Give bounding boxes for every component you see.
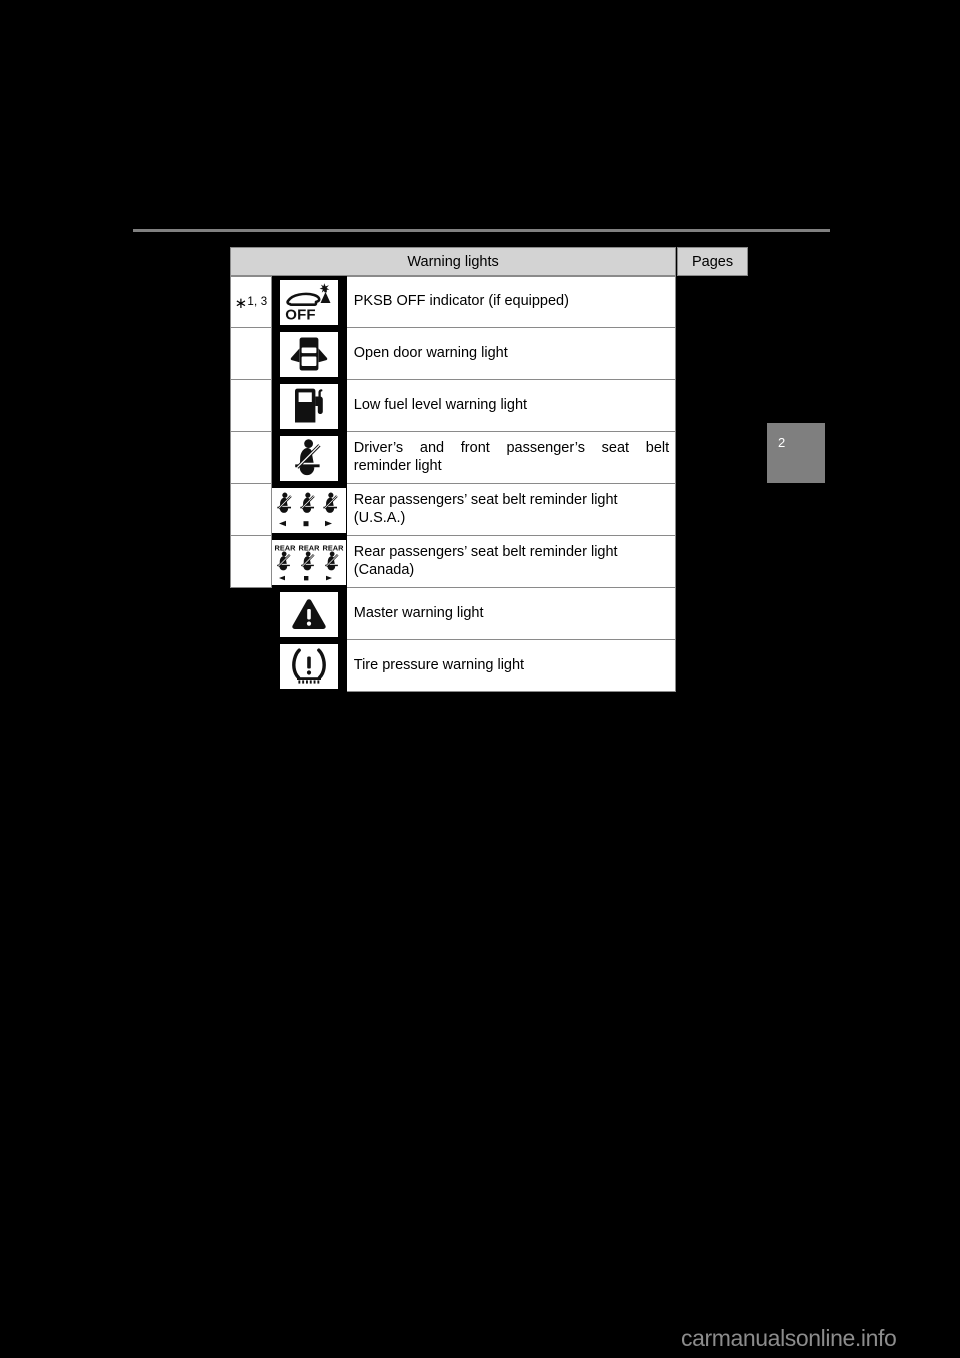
warning-lights-table: Warning lights Pages ∗ 1, 3 OFF PKSB OFF… [230, 247, 748, 692]
note-cell [230, 536, 272, 588]
pksb-off-indicator-icon: OFF [280, 279, 339, 325]
table-header-row: Warning lights Pages [230, 247, 748, 276]
rear-label-3: REAR [323, 544, 345, 553]
note-cell: ∗ 1, 3 [230, 276, 272, 328]
chapter-number: 2 [778, 435, 786, 450]
row-label: Low fuel level warning light [353, 396, 528, 413]
rear-label-2: REAR [299, 544, 321, 553]
row-label: Rear passengers’ seat belt reminder ligh… [354, 544, 618, 579]
icon-cell: OFF [271, 276, 347, 328]
rear-seat-belt-reminder-canada-icon: REAR REAR REAR [272, 539, 347, 585]
pages-cell [677, 588, 748, 640]
label-cell: Rear passengers’ seat belt reminder ligh… [346, 484, 677, 536]
table-row: Driver’s and front passenger’s seat belt… [230, 432, 748, 484]
label-cell: Master warning light [346, 588, 677, 640]
row-label: Driver’s and front passenger’s seat belt… [354, 440, 669, 475]
row-label-line-1: Rear passengers’ seat belt reminder ligh… [353, 543, 618, 560]
front-seat-belt-reminder-icon [280, 435, 339, 481]
row-label: Tire pressure warning light [353, 656, 525, 673]
pages-cell [677, 328, 748, 380]
icon-cell: REAR REAR REAR [271, 536, 347, 588]
note-cell [230, 640, 272, 692]
icon-cell [271, 380, 347, 432]
note-cell [230, 380, 272, 432]
row-label: PKSB OFF indicator (if equipped) [353, 293, 569, 310]
row-label: Master warning light [353, 604, 484, 621]
icon-cell [271, 640, 347, 692]
label-cell: PKSB OFF indicator (if equipped) [346, 276, 677, 328]
row-label-line-2: (U.S.A.) [353, 509, 406, 526]
label-cell: Low fuel level warning light [346, 380, 677, 432]
pages-cell [677, 484, 748, 536]
row-label-line-1: Rear passengers’ seat belt reminder ligh… [353, 491, 618, 508]
note-cell [230, 328, 272, 380]
icon-cell [271, 432, 347, 484]
note-cell [230, 432, 272, 484]
note-cell [230, 588, 272, 640]
rear-seat-belt-reminder-usa-icon [272, 487, 347, 533]
note-superscript: 1, 3 [247, 296, 268, 308]
row-label-line-1: Driver’s and front passenger’s seat belt [353, 439, 670, 456]
svg-text:OFF: OFF [286, 306, 317, 323]
rear-label-1: REAR [275, 544, 297, 553]
table-row: Tire pressure warning light [230, 640, 748, 692]
row-label-line-2: reminder light [353, 457, 442, 474]
pages-cell [677, 380, 748, 432]
pages-cell [677, 536, 748, 588]
label-cell: Driver’s and front passenger’s seat belt… [346, 432, 677, 484]
row-label-line-2: (Canada) [353, 561, 415, 578]
page-header-rule [133, 229, 830, 232]
pages-cell [677, 432, 748, 484]
open-door-warning-icon [280, 331, 339, 377]
asterisk-icon: ∗ [234, 294, 248, 312]
table-row: Master warning light [230, 588, 748, 640]
site-watermark: carmanualsonline.info [681, 1325, 897, 1351]
table-row: Low fuel level warning light [230, 380, 748, 432]
note-cell [230, 484, 272, 536]
icon-cell [271, 588, 347, 640]
icon-cell [271, 328, 347, 380]
table-row: REAR REAR REAR Rear passengers’ seat bel… [230, 536, 748, 588]
column-header-warning-lights: Warning lights [230, 247, 677, 276]
icon-cell [271, 484, 347, 536]
tire-pressure-warning-icon [280, 643, 339, 689]
chapter-side-tab: 2 [767, 423, 825, 483]
row-label: Open door warning light [353, 344, 508, 361]
table-row: Rear passengers’ seat belt reminder ligh… [230, 484, 748, 536]
table-body: ∗ 1, 3 OFF PKSB OFF indicator (if equipp… [230, 276, 748, 692]
column-header-pages: Pages [677, 247, 748, 276]
table-row: ∗ 1, 3 OFF PKSB OFF indicator (if equipp… [230, 276, 748, 328]
table-row: Open door warning light [230, 328, 748, 380]
pages-cell [677, 640, 748, 692]
row-label: Rear passengers’ seat belt reminder ligh… [354, 492, 618, 527]
label-cell: Rear passengers’ seat belt reminder ligh… [346, 536, 677, 588]
low-fuel-level-warning-icon [280, 383, 339, 429]
master-warning-icon [280, 591, 339, 637]
pages-cell [677, 276, 748, 328]
label-cell: Tire pressure warning light [346, 640, 677, 692]
label-cell: Open door warning light [346, 328, 677, 380]
